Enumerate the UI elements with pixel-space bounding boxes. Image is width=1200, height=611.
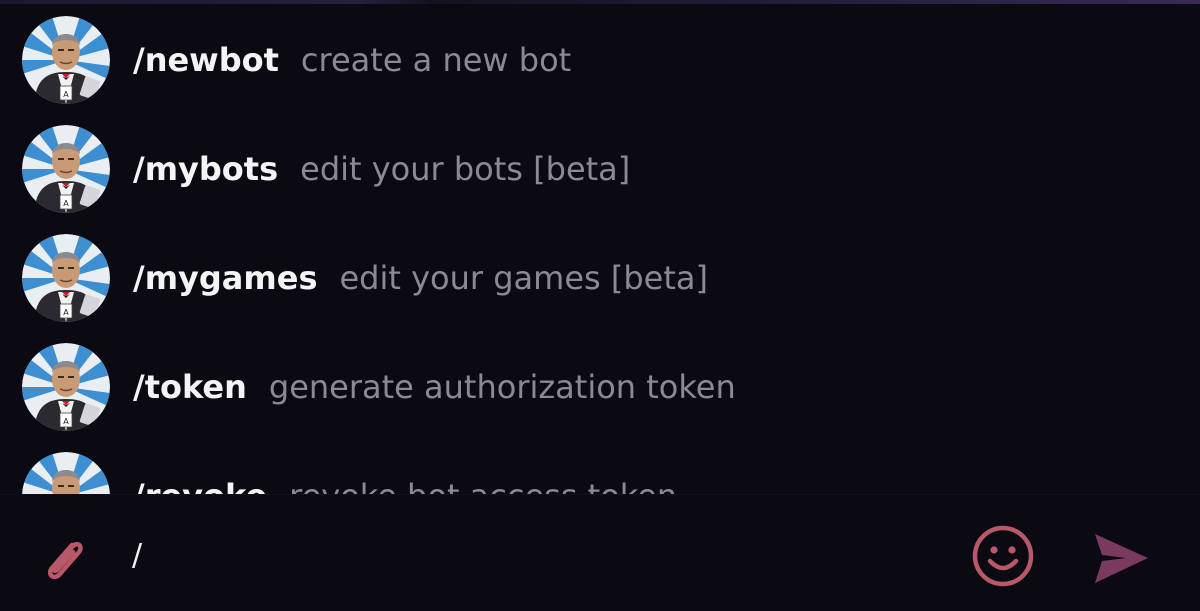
bot-avatar: A <box>22 452 110 494</box>
send-button[interactable] <box>1090 528 1152 590</box>
command-item[interactable]: A/token generate authorization token <box>0 331 1200 440</box>
command-description: revoke bot access token <box>289 476 677 494</box>
message-input[interactable] <box>132 533 932 577</box>
message-composer <box>0 495 1200 611</box>
botfather-avatar-icon: A <box>22 234 110 322</box>
botfather-avatar-icon: A <box>22 452 110 494</box>
command-name: /token <box>133 368 247 406</box>
command-name: /mygames <box>133 259 318 297</box>
bot-avatar: A <box>22 125 110 213</box>
chat-window: A/newbot create a new bot A/mybots edit you… <box>0 0 1200 611</box>
send-arrow-icon <box>1095 534 1148 583</box>
paperclip-icon <box>47 541 83 580</box>
command-description: create a new bot <box>300 41 572 79</box>
command-name: /newbot <box>133 41 279 79</box>
svg-text:A: A <box>63 308 69 317</box>
command-item[interactable]: A/revoke revoke bot access token <box>0 440 1200 494</box>
command-name: /revoke <box>133 476 267 494</box>
bot-avatar: A <box>22 234 110 322</box>
bot-avatar: A <box>22 343 110 431</box>
bot-avatar: A <box>22 16 110 104</box>
attach-button[interactable] <box>32 528 94 590</box>
command-description: edit your games [beta] <box>339 259 708 297</box>
svg-text:A: A <box>63 417 69 426</box>
command-item[interactable]: A/newbot create a new bot <box>0 4 1200 113</box>
command-description: generate authorization token <box>268 368 736 406</box>
smiley-icon <box>972 525 1034 587</box>
botfather-avatar-icon: A <box>22 16 110 104</box>
command-name: /mybots <box>133 150 279 188</box>
command-item[interactable]: A/mybots edit your bots [beta] <box>0 113 1200 222</box>
svg-text:A: A <box>63 90 69 99</box>
bot-command-suggestions: A/newbot create a new bot A/mybots edit you… <box>0 4 1200 494</box>
emoji-button[interactable] <box>970 523 1036 589</box>
botfather-avatar-icon: A <box>22 125 110 213</box>
command-description: edit your bots [beta] <box>300 150 631 188</box>
svg-text:A: A <box>63 199 69 208</box>
botfather-avatar-icon: A <box>22 343 110 431</box>
command-item[interactable]: A/mygames edit your games [beta] <box>0 222 1200 331</box>
